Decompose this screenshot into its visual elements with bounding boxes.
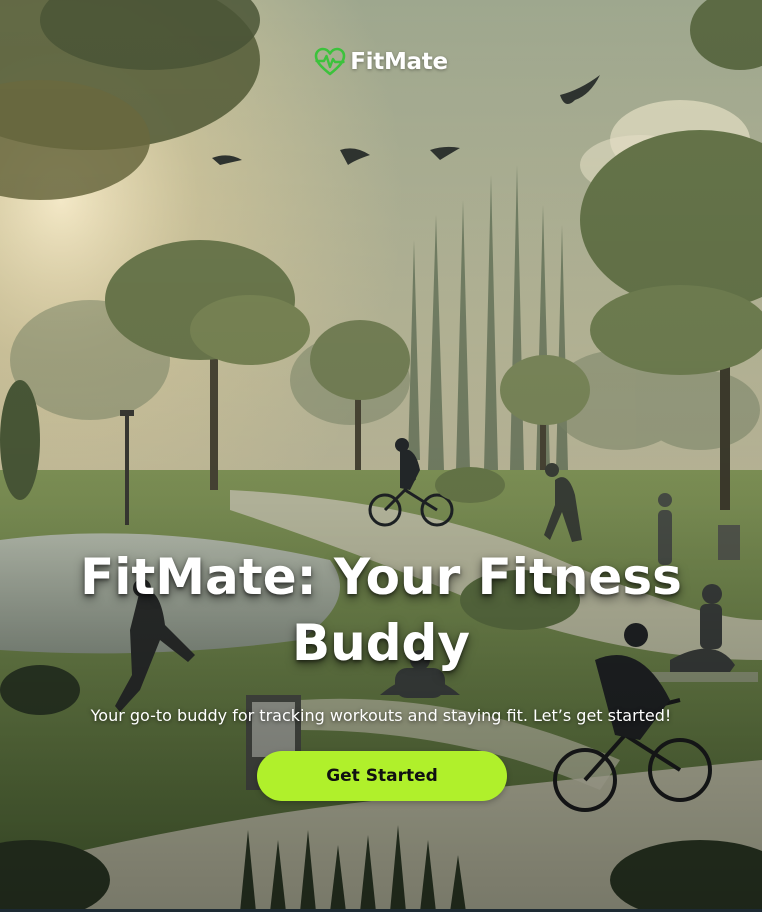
hero-headline: FitMate: Your Fitness Buddy: [80, 548, 682, 672]
landing-page: FitMate FitMate: Your Fitness Buddy Your…: [0, 0, 762, 912]
brand-name: FitMate: [350, 49, 448, 75]
get-started-button[interactable]: Get Started: [257, 751, 507, 801]
hero-subtitle: Your go-to buddy for tracking workouts a…: [90, 706, 672, 725]
heart-pulse-icon: [314, 47, 346, 76]
brand-logo[interactable]: FitMate: [0, 46, 762, 78]
